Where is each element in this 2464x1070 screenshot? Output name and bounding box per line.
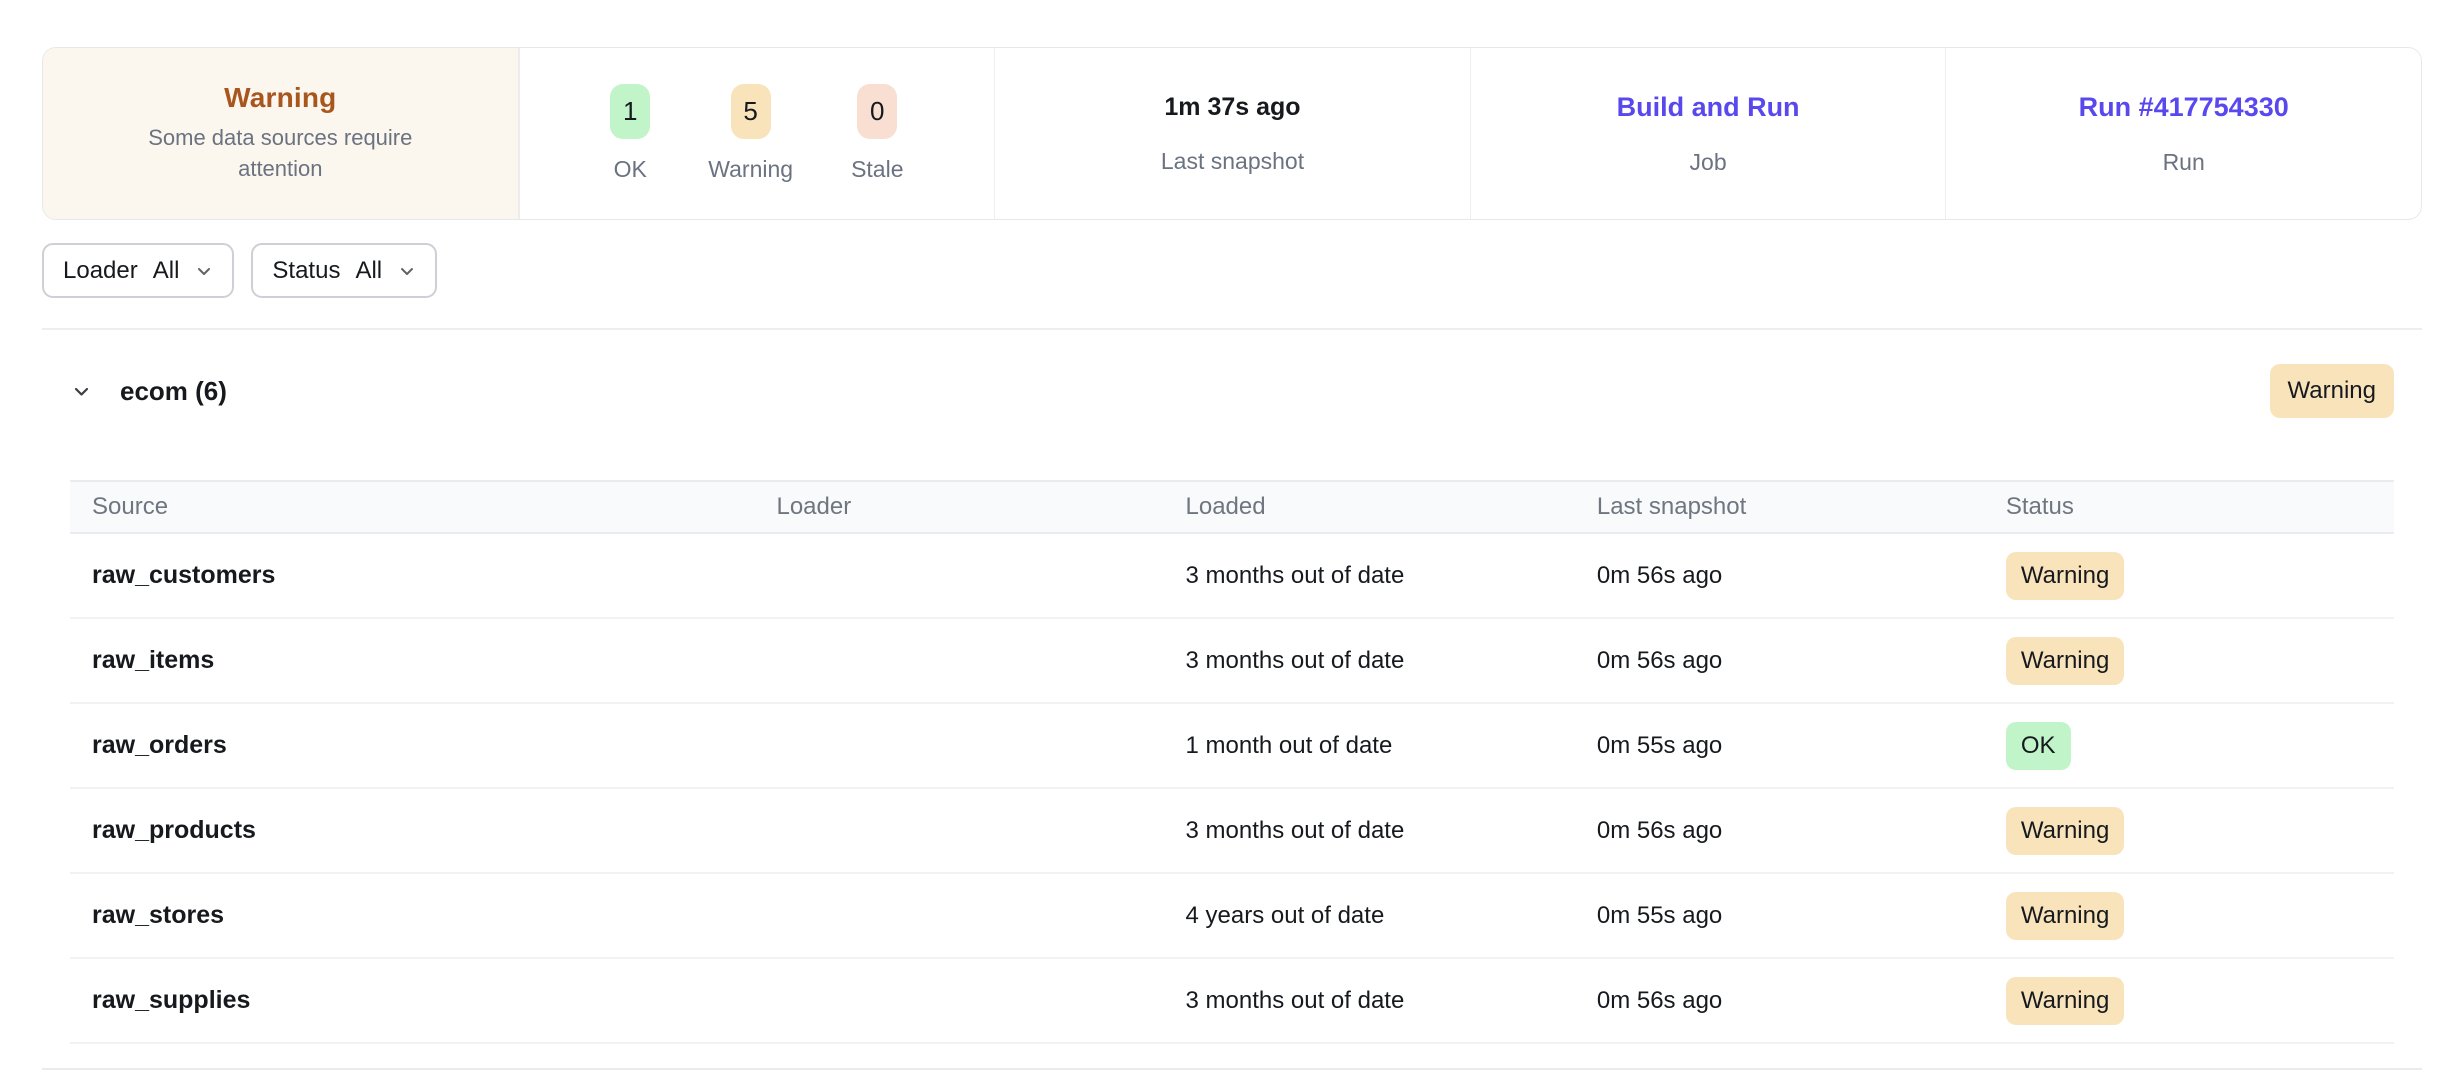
stale-count-label: Stale xyxy=(851,156,903,183)
counter-warning: 5 Warning xyxy=(708,84,793,183)
table-header: Source Loader Loaded Last snapshot Statu… xyxy=(70,481,2394,533)
cell-loader xyxy=(776,788,1185,873)
cell-source: raw_items xyxy=(70,618,776,703)
cell-loaded: 3 months out of date xyxy=(1186,618,1597,703)
cell-loaded: 4 years out of date xyxy=(1186,873,1597,958)
row-status-badge: OK xyxy=(2006,722,2071,770)
cell-last-snapshot: 0m 56s ago xyxy=(1597,533,2006,618)
cell-last-snapshot: 0m 55s ago xyxy=(1597,873,2006,958)
cell-source: raw_orders xyxy=(70,703,776,788)
table-row[interactable]: raw_customers 3 months out of date 0m 56… xyxy=(70,533,2394,618)
chevron-down-icon xyxy=(398,262,416,280)
cell-source: raw_products xyxy=(70,788,776,873)
cell-status: Warning xyxy=(2006,618,2394,703)
cell-loader xyxy=(776,873,1185,958)
status-filter-dropdown[interactable]: Status All xyxy=(251,243,437,298)
cell-status: OK xyxy=(2006,703,2394,788)
cell-status: Warning xyxy=(2006,873,2394,958)
col-header-source: Source xyxy=(70,481,776,533)
table-row[interactable]: raw_items 3 months out of date 0m 56s ag… xyxy=(70,618,2394,703)
col-header-status: Status xyxy=(2006,481,2394,533)
group-header-ecom[interactable]: ecom (6) Warning xyxy=(70,364,2394,418)
cell-loader xyxy=(776,703,1185,788)
last-snapshot-value: 1m 37s ago xyxy=(1164,93,1300,122)
col-header-loaded: Loaded xyxy=(1186,481,1597,533)
table-row[interactable]: raw_supplies 3 months out of date 0m 56s… xyxy=(70,958,2394,1043)
status-counters: 1 OK 5 Warning 0 Stale xyxy=(610,84,903,183)
cell-loaded: 3 months out of date xyxy=(1186,788,1597,873)
counter-stale: 0 Stale xyxy=(851,84,903,183)
table-row[interactable]: raw_orders 1 month out of date 0m 55s ag… xyxy=(70,703,2394,788)
cell-status: Warning xyxy=(2006,533,2394,618)
ok-count-pill: 1 xyxy=(610,84,650,139)
warning-count-label: Warning xyxy=(708,156,793,183)
sources-table: Source Loader Loaded Last snapshot Statu… xyxy=(70,480,2394,1044)
chevron-down-icon xyxy=(195,262,213,280)
ok-count-label: OK xyxy=(614,156,647,183)
counter-ok: 1 OK xyxy=(610,84,650,183)
cell-status: Warning xyxy=(2006,958,2394,1043)
summary-bar: Warning Some data sources require attent… xyxy=(42,47,2422,220)
cell-loaded: 3 months out of date xyxy=(1186,533,1597,618)
status-filter-label: Status xyxy=(272,257,340,285)
row-status-badge: Warning xyxy=(2006,807,2124,855)
job-card: Build and Run Job xyxy=(1470,48,1946,219)
run-card: Run #417754330 Run xyxy=(1945,48,2421,219)
row-status-badge: Warning xyxy=(2006,977,2124,1025)
loader-filter-label: Loader xyxy=(63,257,138,285)
overall-status-subtitle: Some data sources require attention xyxy=(115,123,445,185)
cell-loader xyxy=(776,958,1185,1043)
cell-last-snapshot: 0m 56s ago xyxy=(1597,618,2006,703)
cell-last-snapshot: 0m 56s ago xyxy=(1597,788,2006,873)
row-status-badge: Warning xyxy=(2006,552,2124,600)
col-header-loader: Loader xyxy=(776,481,1185,533)
group-name: ecom (6) xyxy=(120,376,227,407)
run-label: Run xyxy=(2163,149,2205,176)
cell-loaded: 1 month out of date xyxy=(1186,703,1597,788)
status-counters-card: 1 OK 5 Warning 0 Stale xyxy=(519,48,995,219)
section-divider xyxy=(42,328,2422,330)
warning-count-pill: 5 xyxy=(731,84,771,139)
loader-filter-value: All xyxy=(153,257,180,285)
cell-last-snapshot: 0m 55s ago xyxy=(1597,703,2006,788)
group-status-badge: Warning xyxy=(2270,364,2394,418)
data-sources-page: Warning Some data sources require attent… xyxy=(0,0,2464,1070)
stale-count-pill: 0 xyxy=(857,84,897,139)
table-row[interactable]: raw_products 3 months out of date 0m 56s… xyxy=(70,788,2394,873)
loader-filter-dropdown[interactable]: Loader All xyxy=(42,243,234,298)
cell-status: Warning xyxy=(2006,788,2394,873)
status-filter-value: All xyxy=(355,257,382,285)
cell-loaded: 3 months out of date xyxy=(1186,958,1597,1043)
job-link[interactable]: Build and Run xyxy=(1617,92,1800,123)
collapse-chevron-icon[interactable] xyxy=(70,380,93,403)
ecom-group-section: ecom (6) Warning Source Loader Loaded La… xyxy=(70,364,2394,1044)
overall-status-card: Warning Some data sources require attent… xyxy=(43,48,519,219)
table-body: raw_customers 3 months out of date 0m 56… xyxy=(70,533,2394,1043)
last-snapshot-label: Last snapshot xyxy=(1161,148,1304,175)
cell-loader xyxy=(776,533,1185,618)
col-header-last-snapshot: Last snapshot xyxy=(1597,481,2006,533)
row-status-badge: Warning xyxy=(2006,637,2124,685)
run-link[interactable]: Run #417754330 xyxy=(2079,92,2289,123)
cell-source: raw_stores xyxy=(70,873,776,958)
filter-bar: Loader All Status All xyxy=(42,243,2422,298)
cell-loader xyxy=(776,618,1185,703)
cell-source: raw_customers xyxy=(70,533,776,618)
last-snapshot-card: 1m 37s ago Last snapshot xyxy=(994,48,1470,219)
job-label: Job xyxy=(1690,149,1727,176)
overall-status-title: Warning xyxy=(224,82,336,114)
cell-last-snapshot: 0m 56s ago xyxy=(1597,958,2006,1043)
group-header-left: ecom (6) xyxy=(70,376,227,407)
cell-source: raw_supplies xyxy=(70,958,776,1043)
row-status-badge: Warning xyxy=(2006,892,2124,940)
table-row[interactable]: raw_stores 4 years out of date 0m 55s ag… xyxy=(70,873,2394,958)
